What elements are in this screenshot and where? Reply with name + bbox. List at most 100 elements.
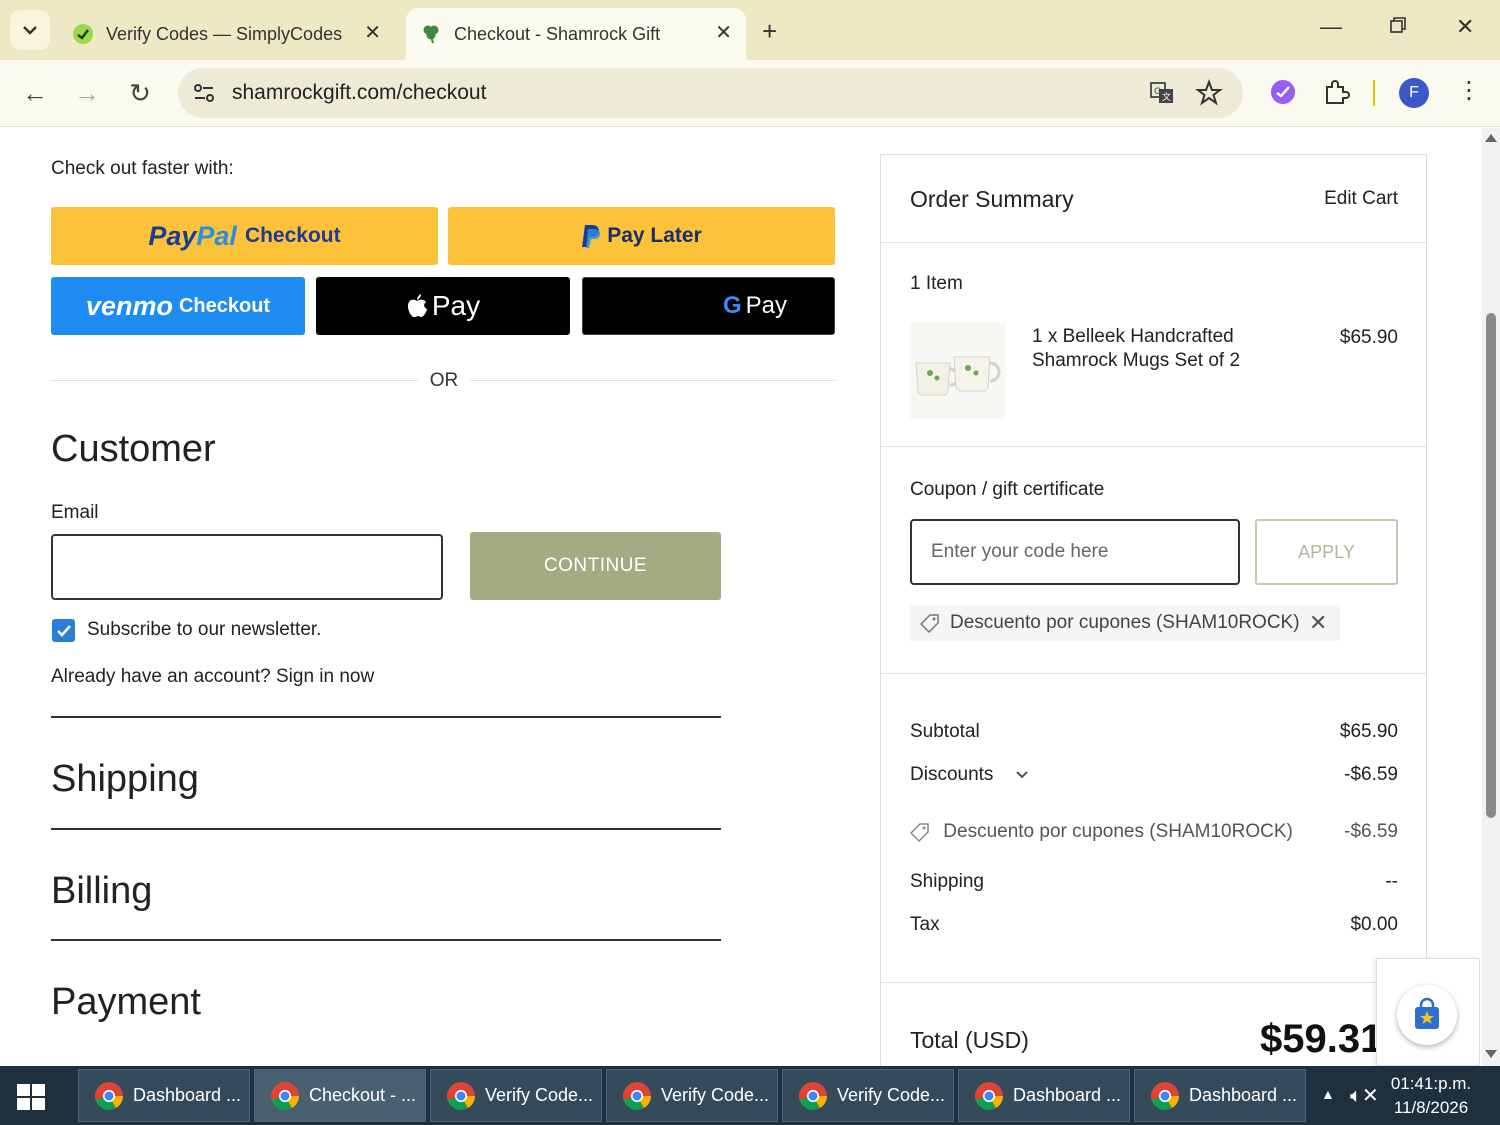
continue-button[interactable]: CONTINUE — [470, 532, 721, 600]
billing-heading: Billing — [51, 870, 153, 912]
discounts-row[interactable]: Discounts -$6.59 — [910, 764, 1398, 786]
tray-overflow-icon[interactable]: ▲ — [1321, 1086, 1335, 1102]
google-g-icon: G — [723, 292, 742, 319]
taskbar-chrome-window[interactable]: Verify Code... — [782, 1069, 954, 1122]
back-icon[interactable]: ← — [20, 78, 50, 109]
profile-avatar[interactable]: F — [1399, 78, 1429, 108]
extensions-puzzle-icon[interactable] — [1321, 77, 1351, 107]
applied-coupon-text: Descuento por cupones (SHAM10ROCK) — [950, 612, 1300, 633]
subtotal-label: Subtotal — [910, 721, 980, 742]
applied-coupon-chip: Descuento por cupones (SHAM10ROCK) — [910, 605, 1340, 641]
restore-icon[interactable] — [1389, 14, 1407, 40]
browser-tab-bar: Verify Codes — SimplyCodes ✕ Checkout - … — [0, 0, 1500, 60]
tab-search-button[interactable] — [10, 10, 50, 50]
windows-start-icon[interactable] — [14, 1080, 48, 1114]
close-tab-icon[interactable]: ✕ — [364, 20, 381, 45]
forward-icon[interactable]: → — [72, 78, 102, 109]
chevron-down-icon[interactable] — [1015, 770, 1029, 780]
paypal-pay-later-button[interactable]: Pay Later — [448, 207, 835, 265]
newsletter-checkbox[interactable] — [52, 619, 75, 642]
translate-icon[interactable]: G文 — [1148, 79, 1176, 107]
remove-coupon-icon[interactable]: ✕ — [1309, 610, 1327, 636]
checkmark-icon — [56, 624, 71, 637]
taskbar-item-label: Dashboard ... — [133, 1085, 242, 1105]
taskbar-item-label: Checkout - ... — [309, 1085, 417, 1105]
windows-taskbar: Dashboard ... Checkout - ... Verify Code..… — [0, 1066, 1500, 1125]
toolbar-divider — [1373, 80, 1375, 106]
bookmark-star-icon[interactable] — [1195, 79, 1223, 107]
shopping-bag-star-icon — [1415, 997, 1439, 1029]
chrome-icon — [799, 1081, 827, 1110]
pay-later-label: Pay Later — [607, 224, 702, 247]
email-input[interactable] — [51, 534, 443, 600]
taskbar-chrome-window[interactable]: Verify Code... — [606, 1069, 778, 1122]
system-clock[interactable]: 01:41:p.m. 11/8/2026 — [1386, 1072, 1476, 1120]
payment-heading: Payment — [51, 981, 201, 1023]
tab-title: Checkout - Shamrock Gift — [454, 23, 661, 44]
tab-verify-codes[interactable]: Verify Codes — SimplyCodes ✕ — [60, 8, 395, 60]
new-tab-icon[interactable]: + — [762, 16, 777, 47]
subtotal-row: Subtotal $65.90 — [910, 721, 1398, 743]
taskbar-chrome-window[interactable]: Verify Code... — [430, 1069, 602, 1122]
express-checkout-label: Check out faster with: — [51, 158, 234, 179]
discount-detail-label: Descuento por cupones (SHAM10ROCK) — [943, 821, 1293, 842]
address-bar[interactable]: shamrockgift.com/checkout G文 — [178, 68, 1243, 118]
taskbar-item-label: Verify Code... — [661, 1085, 770, 1105]
edit-cart-link[interactable]: Edit Cart — [1324, 188, 1398, 210]
shipping-value: -- — [1385, 871, 1398, 892]
paypal-p-icon — [582, 225, 601, 248]
taskbar-chrome-window[interactable]: Dashboard ... — [1134, 1069, 1306, 1122]
order-summary-header: Order Summary Edit Cart — [881, 155, 1426, 243]
minimize-icon[interactable]: — — [1320, 14, 1342, 40]
tax-row: Tax $0.00 — [910, 914, 1398, 936]
total-label: Total (USD) — [910, 1027, 1029, 1053]
venmo-checkout-label: Checkout — [178, 294, 271, 317]
section-divider — [51, 828, 721, 830]
close-tab-icon[interactable]: ✕ — [715, 20, 732, 45]
chrome-icon — [271, 1081, 299, 1110]
site-settings-icon[interactable] — [190, 79, 218, 107]
subtotal-value: $65.90 — [1339, 721, 1398, 742]
reviews-widget-button[interactable] — [1397, 985, 1457, 1045]
scroll-down-arrow-icon[interactable] — [1485, 1050, 1497, 1058]
tag-icon — [920, 614, 939, 633]
volume-muted-icon[interactable]: 🔈︎✕ — [1350, 1083, 1379, 1108]
simplycodes-extension-icon[interactable] — [1268, 77, 1298, 107]
tab-checkout-shamrock[interactable]: Checkout - Shamrock Gift ✕ — [406, 8, 746, 60]
item-count: 1 Item — [910, 273, 963, 294]
summary-divider — [881, 982, 1426, 983]
coupon-input[interactable] — [910, 519, 1240, 585]
tax-label: Tax — [910, 914, 940, 935]
apple-logo-icon — [407, 294, 427, 318]
google-pay-button[interactable]: G Pay — [582, 277, 835, 335]
google-pay-label: Pay — [745, 292, 788, 319]
page-scrollbar[interactable] — [1482, 128, 1500, 1066]
taskbar-chrome-window[interactable]: Dashboard ... — [78, 1069, 250, 1122]
chrome-icon — [1151, 1081, 1179, 1110]
chrome-icon — [623, 1081, 651, 1110]
apple-pay-button[interactable]: Pay — [316, 277, 570, 335]
newsletter-label[interactable]: Subscribe to our newsletter. — [87, 619, 321, 641]
discounts-label: Discounts — [910, 764, 994, 785]
section-divider — [51, 939, 721, 941]
paypal-checkout-button[interactable]: PayPal Checkout — [51, 207, 438, 265]
taskbar-item-label: Verify Code... — [837, 1085, 946, 1105]
apply-coupon-button[interactable]: APPLY — [1255, 519, 1398, 585]
discount-detail-row: Descuento por cupones (SHAM10ROCK) -$6.5… — [909, 821, 1398, 843]
scrollbar-thumb[interactable] — [1486, 313, 1496, 818]
tab-title: Verify Codes — SimplyCodes — [106, 23, 343, 44]
floating-widget — [1376, 958, 1480, 1066]
reload-icon[interactable]: ↻ — [125, 78, 155, 109]
taskbar-item-label: Dashboard ... — [1013, 1085, 1122, 1105]
tag-icon — [909, 823, 929, 843]
venmo-checkout-button[interactable]: venmo Checkout — [51, 277, 305, 335]
order-summary-title: Order Summary — [910, 186, 1074, 212]
simplycodes-favicon-icon — [72, 23, 94, 45]
chrome-icon — [975, 1081, 1003, 1110]
close-window-icon[interactable]: ✕ — [1456, 14, 1474, 40]
taskbar-chrome-window[interactable]: Checkout - ... — [254, 1069, 426, 1122]
sign-in-link[interactable]: Already have an account? Sign in now — [51, 666, 374, 688]
taskbar-chrome-window[interactable]: Dashboard ... — [958, 1069, 1130, 1122]
scroll-up-arrow-icon[interactable] — [1485, 134, 1497, 142]
more-options-icon[interactable]: ⋮ — [1457, 76, 1481, 105]
